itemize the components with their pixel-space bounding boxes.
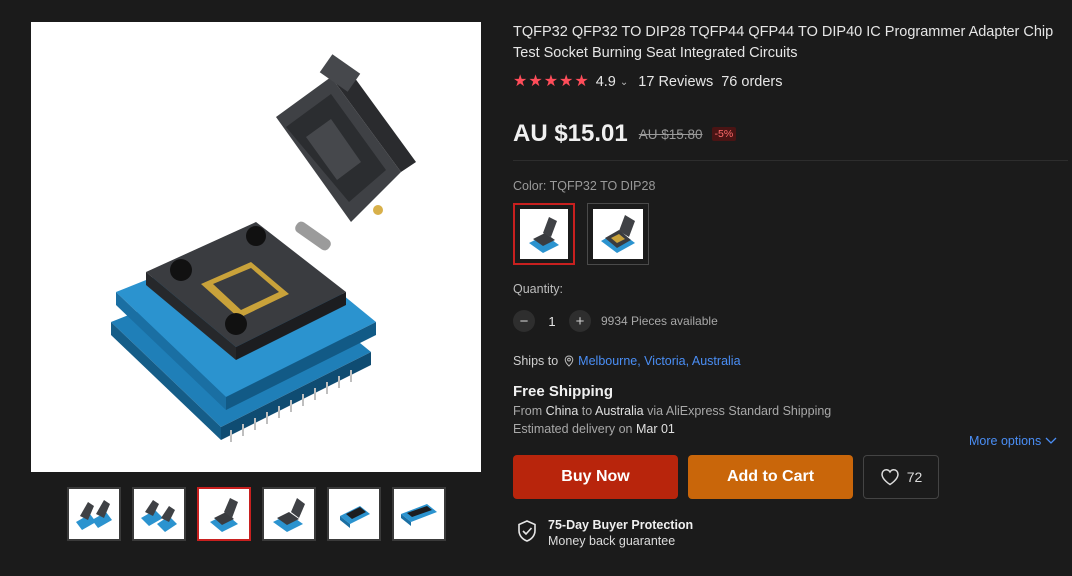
thumbnail-5[interactable] bbox=[327, 487, 381, 541]
thumbnail-2[interactable] bbox=[132, 487, 186, 541]
thumbnail-4[interactable] bbox=[262, 487, 316, 541]
star-icon: ★ bbox=[574, 73, 589, 90]
star-icon: ★ bbox=[528, 73, 543, 90]
star-icon: ★ bbox=[559, 73, 574, 90]
shield-check-icon bbox=[516, 519, 538, 548]
product-info: TQFP32 QFP32 TO DIP28 TQFP44 QFP44 TO DI… bbox=[513, 22, 1068, 548]
current-price: AU $15.01 bbox=[513, 120, 628, 147]
chevron-down-icon bbox=[1045, 437, 1057, 444]
variant-tqfp32-to-dip28[interactable] bbox=[513, 203, 575, 265]
ships-to-location-link[interactable]: Melbourne, Victoria, Australia bbox=[578, 354, 740, 368]
shipping-from-prefix: From bbox=[513, 404, 546, 418]
buyer-protection: 75-Day Buyer Protection Money back guara… bbox=[513, 518, 1068, 548]
ships-to-row: Ships to Melbourne, Victoria, Australia bbox=[513, 354, 1068, 368]
divider bbox=[513, 160, 1068, 161]
location-pin-icon bbox=[564, 355, 574, 367]
star-rating: ★ ★ ★ ★ ★ bbox=[513, 74, 590, 90]
delivery-prefix: Estimated delivery on bbox=[513, 422, 636, 436]
wishlist-button[interactable]: 72 bbox=[863, 455, 939, 499]
reviews-link[interactable]: 17 Reviews bbox=[638, 74, 713, 90]
availability-text: 9934 Pieces available bbox=[601, 314, 718, 328]
shipping-to: Australia bbox=[595, 404, 644, 418]
star-icon: ★ bbox=[513, 73, 528, 90]
rating-row: ★ ★ ★ ★ ★ 4.9 ⌄ 17 Reviews 76 orders bbox=[513, 72, 1068, 92]
protection-subtitle: Money back guarantee bbox=[548, 534, 676, 548]
increment-button[interactable]: + bbox=[569, 310, 591, 332]
quantity-input[interactable]: 1 bbox=[535, 314, 569, 329]
orders-count: 76 orders bbox=[721, 74, 783, 90]
rating-value[interactable]: 4.9 bbox=[596, 74, 616, 90]
star-icon: ★ bbox=[543, 73, 559, 90]
decrement-button[interactable]: − bbox=[513, 310, 535, 332]
shipping-title: Free Shipping bbox=[513, 383, 614, 400]
buy-now-button[interactable]: Buy Now bbox=[513, 455, 678, 499]
thumbnail-6[interactable] bbox=[392, 487, 446, 541]
add-to-cart-button[interactable]: Add to Cart bbox=[688, 455, 853, 499]
more-options-link[interactable]: More options bbox=[969, 434, 1057, 448]
shipping-route: From China to Australia via AliExpress S… bbox=[513, 404, 1068, 418]
quantity-label: Quantity: bbox=[513, 282, 564, 296]
discount-badge: -5% bbox=[711, 127, 737, 141]
color-selected-value: TQFP32 TO DIP28 bbox=[549, 179, 656, 193]
shipping-from: China bbox=[545, 404, 579, 418]
color-variants bbox=[513, 203, 1068, 265]
wishlist-count: 72 bbox=[906, 469, 923, 485]
variant-image bbox=[520, 209, 568, 259]
purchase-actions: Buy Now Add to Cart 72 bbox=[513, 455, 1068, 499]
chevron-down-icon[interactable]: ⌄ bbox=[620, 77, 628, 88]
thumbnail-strip bbox=[67, 487, 457, 541]
product-title: TQFP32 QFP32 TO DIP28 TQFP44 QFP44 TO DI… bbox=[513, 24, 1054, 61]
ships-to-label: Ships to bbox=[513, 354, 559, 368]
thumbnail-3-active[interactable] bbox=[197, 487, 251, 541]
price-row: AU $15.01 AU $15.80 -5% bbox=[513, 118, 1068, 150]
color-label: Color: TQFP32 TO DIP28 bbox=[513, 179, 1068, 193]
variant-tqfp44-to-dip40[interactable] bbox=[587, 203, 649, 265]
heart-icon bbox=[880, 469, 899, 486]
quantity-stepper: − 1 + 9934 Pieces available bbox=[513, 310, 1068, 332]
original-price: AU $15.80 bbox=[638, 126, 703, 142]
variant-image bbox=[593, 209, 643, 259]
product-photo bbox=[111, 54, 416, 442]
color-label-text: Color: bbox=[513, 179, 550, 193]
delivery-date: Mar 01 bbox=[635, 422, 675, 436]
protection-title: 75-Day Buyer Protection bbox=[548, 518, 694, 532]
main-product-image[interactable] bbox=[31, 22, 481, 472]
shipping-method: via AliExpress Standard Shipping bbox=[643, 404, 832, 418]
shipping-to-prefix: to bbox=[578, 404, 595, 418]
more-options-label: More options bbox=[969, 434, 1042, 448]
thumbnail-1[interactable] bbox=[67, 487, 121, 541]
